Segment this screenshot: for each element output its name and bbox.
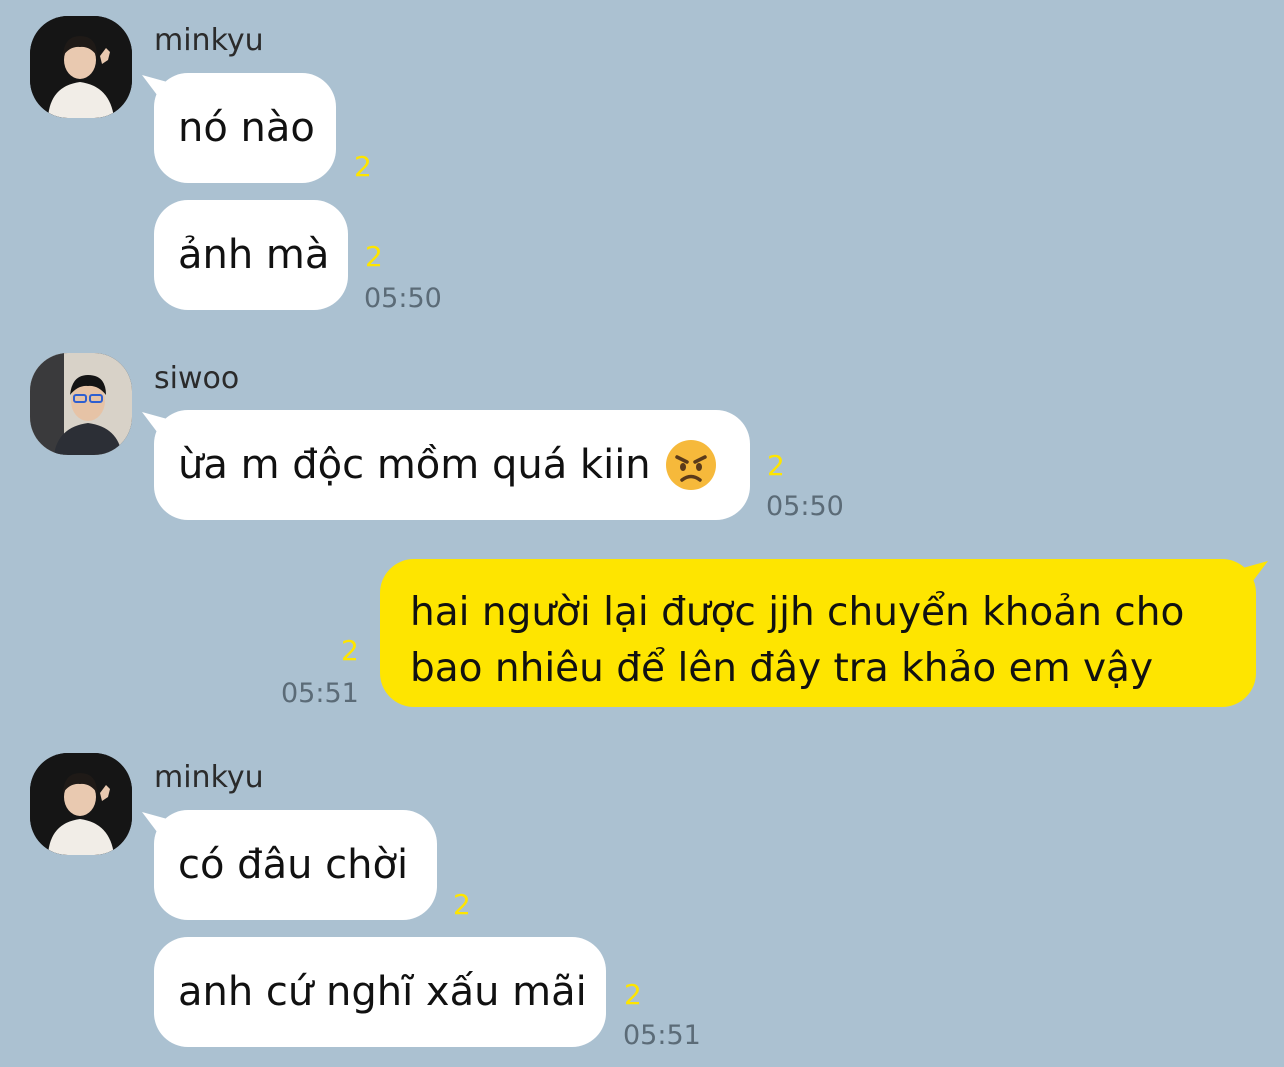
message-bubble[interactable]: có đâu chời [154, 810, 437, 920]
message-text: ảnh mà [178, 232, 330, 278]
unread-count: 2 [453, 888, 471, 921]
message-bubble[interactable]: ừa m độc mồm quá kiin [154, 410, 750, 520]
timestamp: 05:51 [623, 1020, 701, 1051]
message-bubble[interactable]: ảnh mà [154, 200, 348, 310]
timestamp: 05:50 [766, 491, 844, 522]
avatar-minkyu[interactable] [30, 753, 132, 855]
angry-face-emoji [665, 439, 717, 491]
sender-name: minkyu [154, 760, 264, 795]
sender-name: siwoo [154, 361, 240, 396]
message-text: anh cứ nghĩ xấu mãi [178, 969, 587, 1015]
timestamp: 05:50 [364, 283, 442, 314]
message-text: nó nào [178, 105, 315, 151]
message-text: hai người lại được jjh chuyển khoản cho … [410, 590, 1185, 691]
outgoing-message-bubble[interactable]: hai người lại được jjh chuyển khoản cho … [380, 559, 1256, 707]
unread-count: 2 [365, 240, 383, 273]
timestamp: 05:51 [281, 678, 359, 709]
unread-count: 2 [354, 150, 372, 183]
unread-count: 2 [767, 449, 785, 482]
message-bubble[interactable]: anh cứ nghĩ xấu mãi [154, 937, 606, 1047]
unread-count: 2 [341, 634, 359, 667]
message-text: ừa m độc mồm quá kiin [178, 442, 651, 488]
avatar-siwoo[interactable] [30, 353, 132, 455]
message-text: có đâu chời [178, 842, 409, 888]
sender-name: minkyu [154, 23, 264, 58]
message-bubble[interactable]: nó nào [154, 73, 336, 183]
avatar-minkyu[interactable] [30, 16, 132, 118]
unread-count: 2 [624, 978, 642, 1011]
